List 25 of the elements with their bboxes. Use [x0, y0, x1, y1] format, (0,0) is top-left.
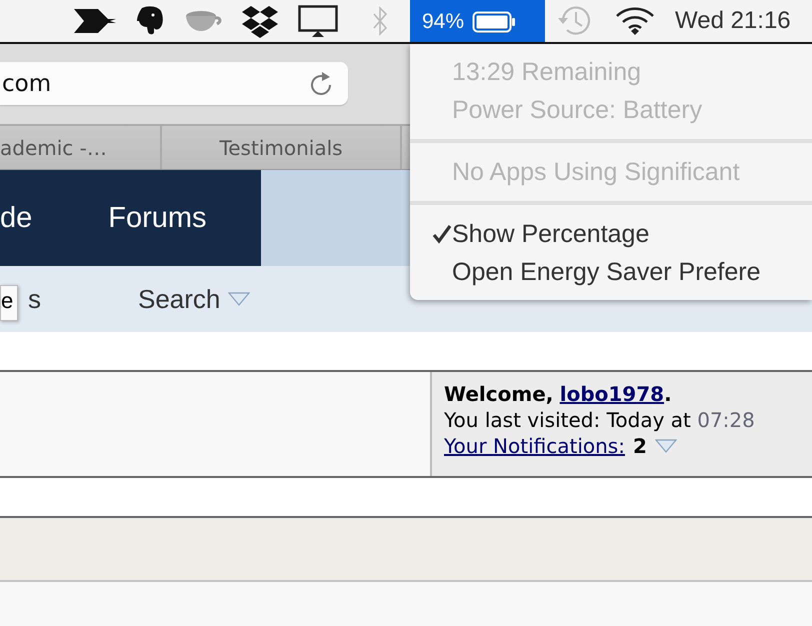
- period-text: .: [664, 382, 672, 406]
- nav-tab[interactable]: de: [0, 202, 32, 234]
- tooltip: e: [0, 285, 18, 321]
- nav-link[interactable]: s: [28, 284, 41, 314]
- menu-item[interactable]: Show Percentage: [452, 220, 650, 248]
- notification-count: 2: [632, 433, 647, 459]
- visit-time: 07:28: [697, 408, 755, 432]
- wifi-icon[interactable]: [615, 6, 655, 36]
- nav-tab[interactable]: Forums: [108, 202, 207, 234]
- menu-item[interactable]: Open Energy Saver Prefere: [452, 258, 760, 286]
- elephant-icon[interactable]: [136, 6, 164, 36]
- menubar-clock[interactable]: Wed 21:16: [675, 7, 791, 35]
- nav-link[interactable]: Search: [138, 284, 250, 314]
- battery-icon: [472, 11, 516, 33]
- last-visited-text: You last visited: Today at: [444, 408, 691, 432]
- notifications-link[interactable]: Your Notifications:: [444, 433, 625, 459]
- cup-icon[interactable]: [184, 9, 222, 33]
- battery-status[interactable]: 94%: [410, 0, 545, 42]
- feather-arrow-icon[interactable]: [74, 7, 116, 35]
- dropbox-icon[interactable]: [242, 4, 278, 38]
- username-link[interactable]: lobo1978: [560, 382, 664, 406]
- address-field[interactable]: com: [0, 62, 348, 105]
- display-icon[interactable]: [298, 5, 338, 37]
- welcome-text: Welcome,: [444, 382, 554, 406]
- reload-icon[interactable]: [310, 70, 334, 96]
